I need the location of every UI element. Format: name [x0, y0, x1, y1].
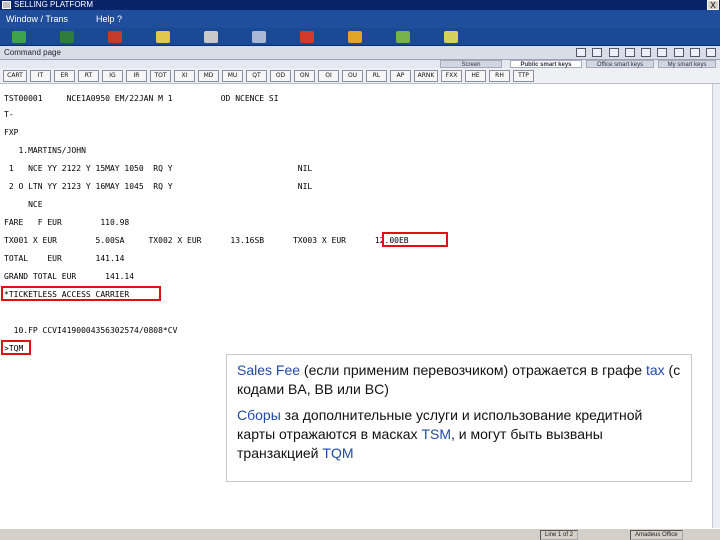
settings-icon[interactable]	[657, 48, 668, 57]
tqm-term: TQM	[322, 445, 354, 461]
menu-bar: Window / Trans Help ?	[0, 10, 720, 28]
smart-key-md-button[interactable]: MD	[198, 70, 219, 82]
smart-key-rl-button[interactable]: RL	[366, 70, 387, 82]
close-page-icon[interactable]	[706, 48, 716, 57]
status-page: Line 1 of 2	[540, 530, 579, 540]
copy-icon[interactable]	[608, 48, 619, 57]
terminal-line: 1 NCE YY 2122 Y 15MAY 1050 RQ Y NIL	[4, 164, 313, 173]
toolbar	[0, 28, 720, 46]
help-icon[interactable]	[641, 48, 652, 57]
smart-key-fxx-button[interactable]: FXX	[441, 70, 462, 82]
print-icon[interactable]	[592, 48, 603, 57]
terminal-line: GRAND TOTAL EUR 141.14	[4, 272, 135, 281]
leaf-icon[interactable]	[396, 31, 410, 43]
window-titlebar: SELLING PLATFORM X	[0, 0, 720, 10]
smart-key-xi-button[interactable]: XI	[174, 70, 195, 82]
smart-key-row: CART IT ER RT IG IR TOT XI MD MU QT OD ON OI OU RL AP ARN…	[0, 68, 720, 84]
smart-key-tot-button[interactable]: TOT	[150, 70, 171, 82]
smart-key-er-button[interactable]: ER	[54, 70, 75, 82]
smart-key-it-button[interactable]: IT	[30, 70, 51, 82]
terminal-line: FXP	[4, 128, 19, 137]
document-icon[interactable]	[60, 31, 74, 43]
command-page-title: Command page	[4, 48, 61, 57]
calculator-icon[interactable]	[156, 31, 170, 43]
smart-key-ig-button[interactable]: IG	[102, 70, 123, 82]
close-button[interactable]: X	[707, 0, 719, 10]
fees-term: Сборы	[237, 407, 281, 423]
table-icon[interactable]	[204, 31, 218, 43]
smart-key-mu-button[interactable]: MU	[222, 70, 243, 82]
callout-text: (если применим перевозчиком) отражается …	[300, 362, 646, 378]
smart-key-ir-button[interactable]: IR	[126, 70, 147, 82]
highlight-box-ticketless	[1, 286, 161, 301]
highlight-box-eb-tax	[382, 232, 448, 247]
tree-icon[interactable]	[348, 31, 362, 43]
tab-office-smart-keys[interactable]: Office smart keys	[586, 60, 654, 68]
callout-paragraph-1: Sales Fee (если применим перевозчиком) о…	[237, 361, 681, 399]
explanation-callout: Sales Fee (если применим перевозчиком) о…	[226, 354, 692, 482]
terminal-line: T-	[4, 110, 14, 119]
terminal-line: NCE	[4, 200, 43, 209]
new-window-icon[interactable]	[576, 48, 587, 57]
smart-key-od-button[interactable]: OD	[270, 70, 291, 82]
vertical-scrollbar[interactable]	[712, 84, 720, 528]
map-icon[interactable]	[12, 31, 26, 43]
menu-help[interactable]: Help ?	[96, 10, 122, 28]
star-icon[interactable]	[444, 31, 458, 43]
smart-key-arnk-button[interactable]: ARNK	[414, 70, 438, 82]
terminal-line: 2 O LTN YY 2123 Y 16MAY 1045 RQ Y NIL	[4, 182, 313, 191]
tax-term: tax	[645, 362, 665, 378]
command-page-icons	[572, 48, 716, 58]
terminal-line: TST00001 NCE1A0950 EM/22JAN M 1 OD NCENC…	[4, 94, 279, 103]
edit-icon[interactable]	[689, 48, 700, 57]
callout-paragraph-2: Сборы за дополнительные услуги и использ…	[237, 406, 681, 463]
smart-key-rt-button[interactable]: RT	[78, 70, 99, 82]
smart-key-oi-button[interactable]: OI	[318, 70, 339, 82]
window-title: SELLING PLATFORM	[14, 0, 93, 9]
command-page-header: Command page	[0, 46, 720, 60]
tab-my-smart-keys[interactable]: My smart keys	[658, 60, 716, 68]
smart-key-ttp-button[interactable]: TTP	[513, 70, 534, 82]
app-icon	[2, 1, 11, 9]
smart-key-rh-button[interactable]: RH	[489, 70, 510, 82]
terminal-line: 1.MARTINS/JOHN	[4, 146, 86, 155]
smart-key-ou-button[interactable]: OU	[342, 70, 363, 82]
terminal-line: FARE F EUR 110.98	[4, 218, 130, 227]
sales-fee-term: Sales Fee	[237, 362, 301, 378]
flag-icon[interactable]	[300, 31, 314, 43]
status-bar: Line 1 of 2 Amadeus Office	[0, 528, 720, 540]
menu-window[interactable]: Window / Trans	[6, 10, 68, 28]
smart-key-cart-button[interactable]: CART	[3, 70, 27, 82]
bus-icon[interactable]	[252, 31, 266, 43]
highlight-box-tqm	[1, 340, 31, 355]
smart-key-on-button[interactable]: ON	[294, 70, 315, 82]
terminal-line: TX001 X EUR 5.00SA TX002 X EUR 13.16SB T…	[4, 236, 409, 245]
minimize-icon[interactable]	[673, 48, 684, 57]
smart-key-he-button[interactable]: HE	[465, 70, 486, 82]
smart-key-qt-button[interactable]: QT	[246, 70, 267, 82]
terminal-line: TOTAL EUR 141.14	[4, 254, 125, 263]
terminal-line: 10.FP CCVI4190004356302574/0808*CV	[4, 326, 178, 335]
tsm-term: TSM	[421, 426, 452, 442]
tab-row: Screen Public smart keys Office smart ke…	[0, 60, 720, 68]
smart-key-ap-button[interactable]: AP	[390, 70, 411, 82]
tab-screen[interactable]: Screen	[440, 60, 502, 68]
tab-public-smart-keys[interactable]: Public smart keys	[510, 60, 582, 68]
status-mode: Amadeus Office	[630, 530, 683, 540]
person-icon[interactable]	[108, 31, 122, 43]
paste-icon[interactable]	[624, 48, 635, 57]
